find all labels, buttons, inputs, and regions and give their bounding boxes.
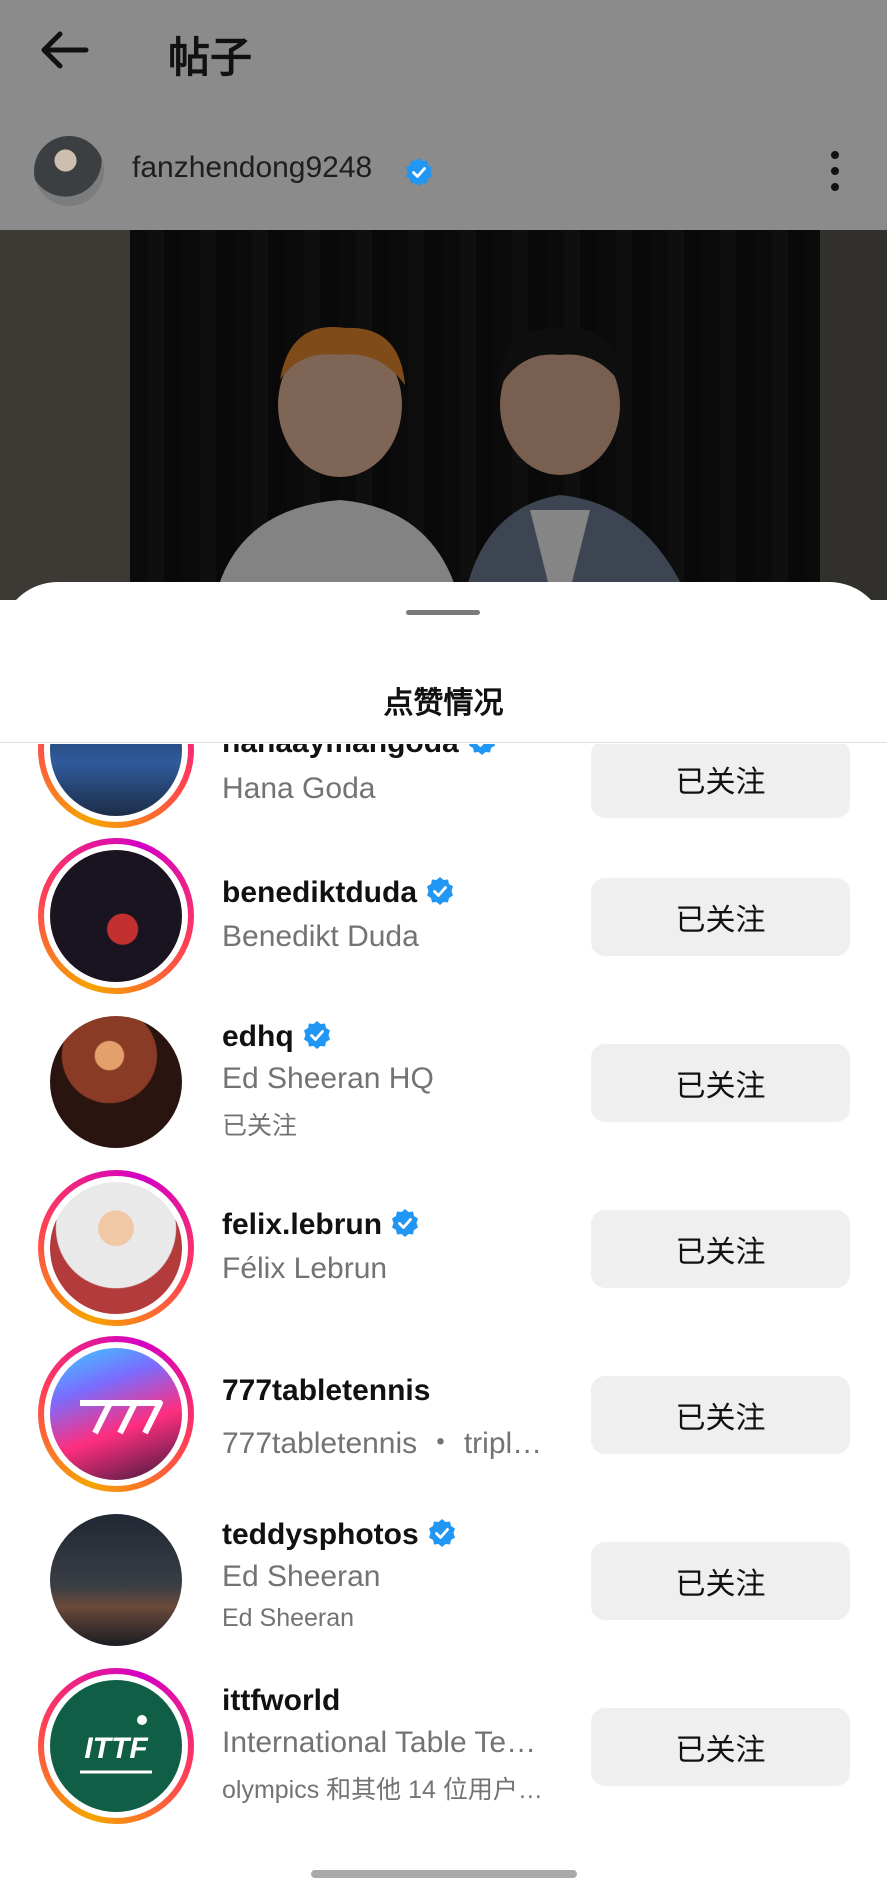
avatar [50, 1182, 182, 1314]
list-item[interactable]: teddysphotos Ed Sheeran Ed Sheeran 已关注 [0, 1502, 887, 1668]
list-item[interactable]: 777tabletennis 777tabletennis ・ tripl… 已… [0, 1336, 887, 1502]
full-name: Ed Sheeran HQ [222, 1062, 434, 1095]
mutual-followers: olympics 和其他 14 位用户… [222, 1776, 543, 1804]
avatar-story-ring[interactable] [38, 744, 194, 828]
follow-status: 已关注 [222, 1112, 298, 1140]
list-item[interactable]: benediktduda Benedikt Duda 已关注 [0, 838, 887, 1004]
verified-icon [427, 877, 454, 906]
username[interactable]: benediktduda [222, 876, 417, 909]
avatar-story-ring[interactable] [38, 1170, 194, 1326]
verified-icon [468, 744, 495, 756]
page-title: 帖子 [168, 34, 253, 81]
avatar [50, 850, 182, 982]
verified-icon [392, 1209, 419, 1238]
divider [0, 742, 887, 743]
full-name: Ed Sheeran [222, 1560, 381, 1593]
following-button[interactable]: 已关注 [591, 1376, 850, 1454]
avatar-ring[interactable] [38, 1004, 194, 1160]
more-vertical-icon[interactable] [820, 148, 850, 194]
following-button[interactable]: 已关注 [591, 1210, 850, 1288]
full-name: International Table Te… [222, 1726, 537, 1759]
full-name: Benedikt Duda [222, 920, 419, 953]
username[interactable]: 777tabletennis [222, 1374, 430, 1407]
avatar-ring[interactable] [38, 1502, 194, 1658]
list-item[interactable]: edhq Ed Sheeran HQ 已关注 已关注 [0, 1004, 887, 1170]
sheet-title: 点赞情况 [383, 687, 504, 720]
username[interactable]: felix.lebrun [222, 1208, 382, 1241]
post-photo [0, 230, 887, 600]
following-button[interactable]: 已关注 [591, 878, 850, 956]
avatar-story-ring[interactable]: ITTF [38, 1668, 194, 1824]
avatar-story-ring[interactable] [38, 838, 194, 994]
avatar: ITTF [50, 1680, 182, 1812]
sheet-drag-handle[interactable] [406, 610, 480, 615]
verified-icon [303, 1021, 330, 1050]
verified-icon [406, 158, 432, 186]
777-logo [80, 1400, 163, 1435]
svg-text:ITTF: ITTF [84, 1732, 148, 1765]
following-button[interactable]: 已关注 [591, 744, 850, 818]
likes-list[interactable]: hanaaymangoda Hana Goda 已关注 benediktduda… [0, 744, 887, 1892]
avatar [50, 1514, 182, 1646]
list-item[interactable]: ITTF ittfworld International Table Te… o… [0, 1668, 887, 1834]
username[interactable]: hanaaymangoda [222, 744, 459, 759]
following-button[interactable]: 已关注 [591, 1542, 850, 1620]
likes-sheet: 点赞情况 hanaaymangoda Hana Goda 已关注 benedik… [0, 582, 887, 1892]
full-name: Hana Goda [222, 772, 376, 805]
ittf-logo: ITTF [80, 1715, 152, 1774]
username[interactable]: edhq [222, 1020, 294, 1053]
author-username[interactable]: fanzhendong9248 [132, 151, 372, 185]
full-name: Félix Lebrun [222, 1252, 388, 1285]
back-arrow-icon[interactable] [34, 22, 94, 78]
top-bar: 帖子 fanzhendong9248 [0, 0, 887, 230]
list-item[interactable]: hanaaymangoda Hana Goda 已关注 [0, 744, 887, 838]
avatar-story-ring[interactable] [38, 1336, 194, 1492]
username[interactable]: teddysphotos [222, 1518, 419, 1551]
following-button[interactable]: 已关注 [591, 1708, 850, 1786]
secondary-name: Ed Sheeran [222, 1604, 355, 1632]
home-indicator[interactable] [311, 1870, 577, 1878]
username[interactable]: ittfworld [222, 1684, 340, 1717]
avatar [50, 1016, 182, 1148]
avatar [50, 1348, 182, 1480]
full-name: 777tabletennis ・ tripl… [222, 1427, 543, 1460]
following-button[interactable]: 已关注 [591, 1044, 850, 1122]
list-item[interactable]: felix.lebrun Félix Lebrun 已关注 [0, 1170, 887, 1336]
verified-icon [428, 1519, 455, 1548]
author-avatar[interactable] [34, 136, 104, 206]
